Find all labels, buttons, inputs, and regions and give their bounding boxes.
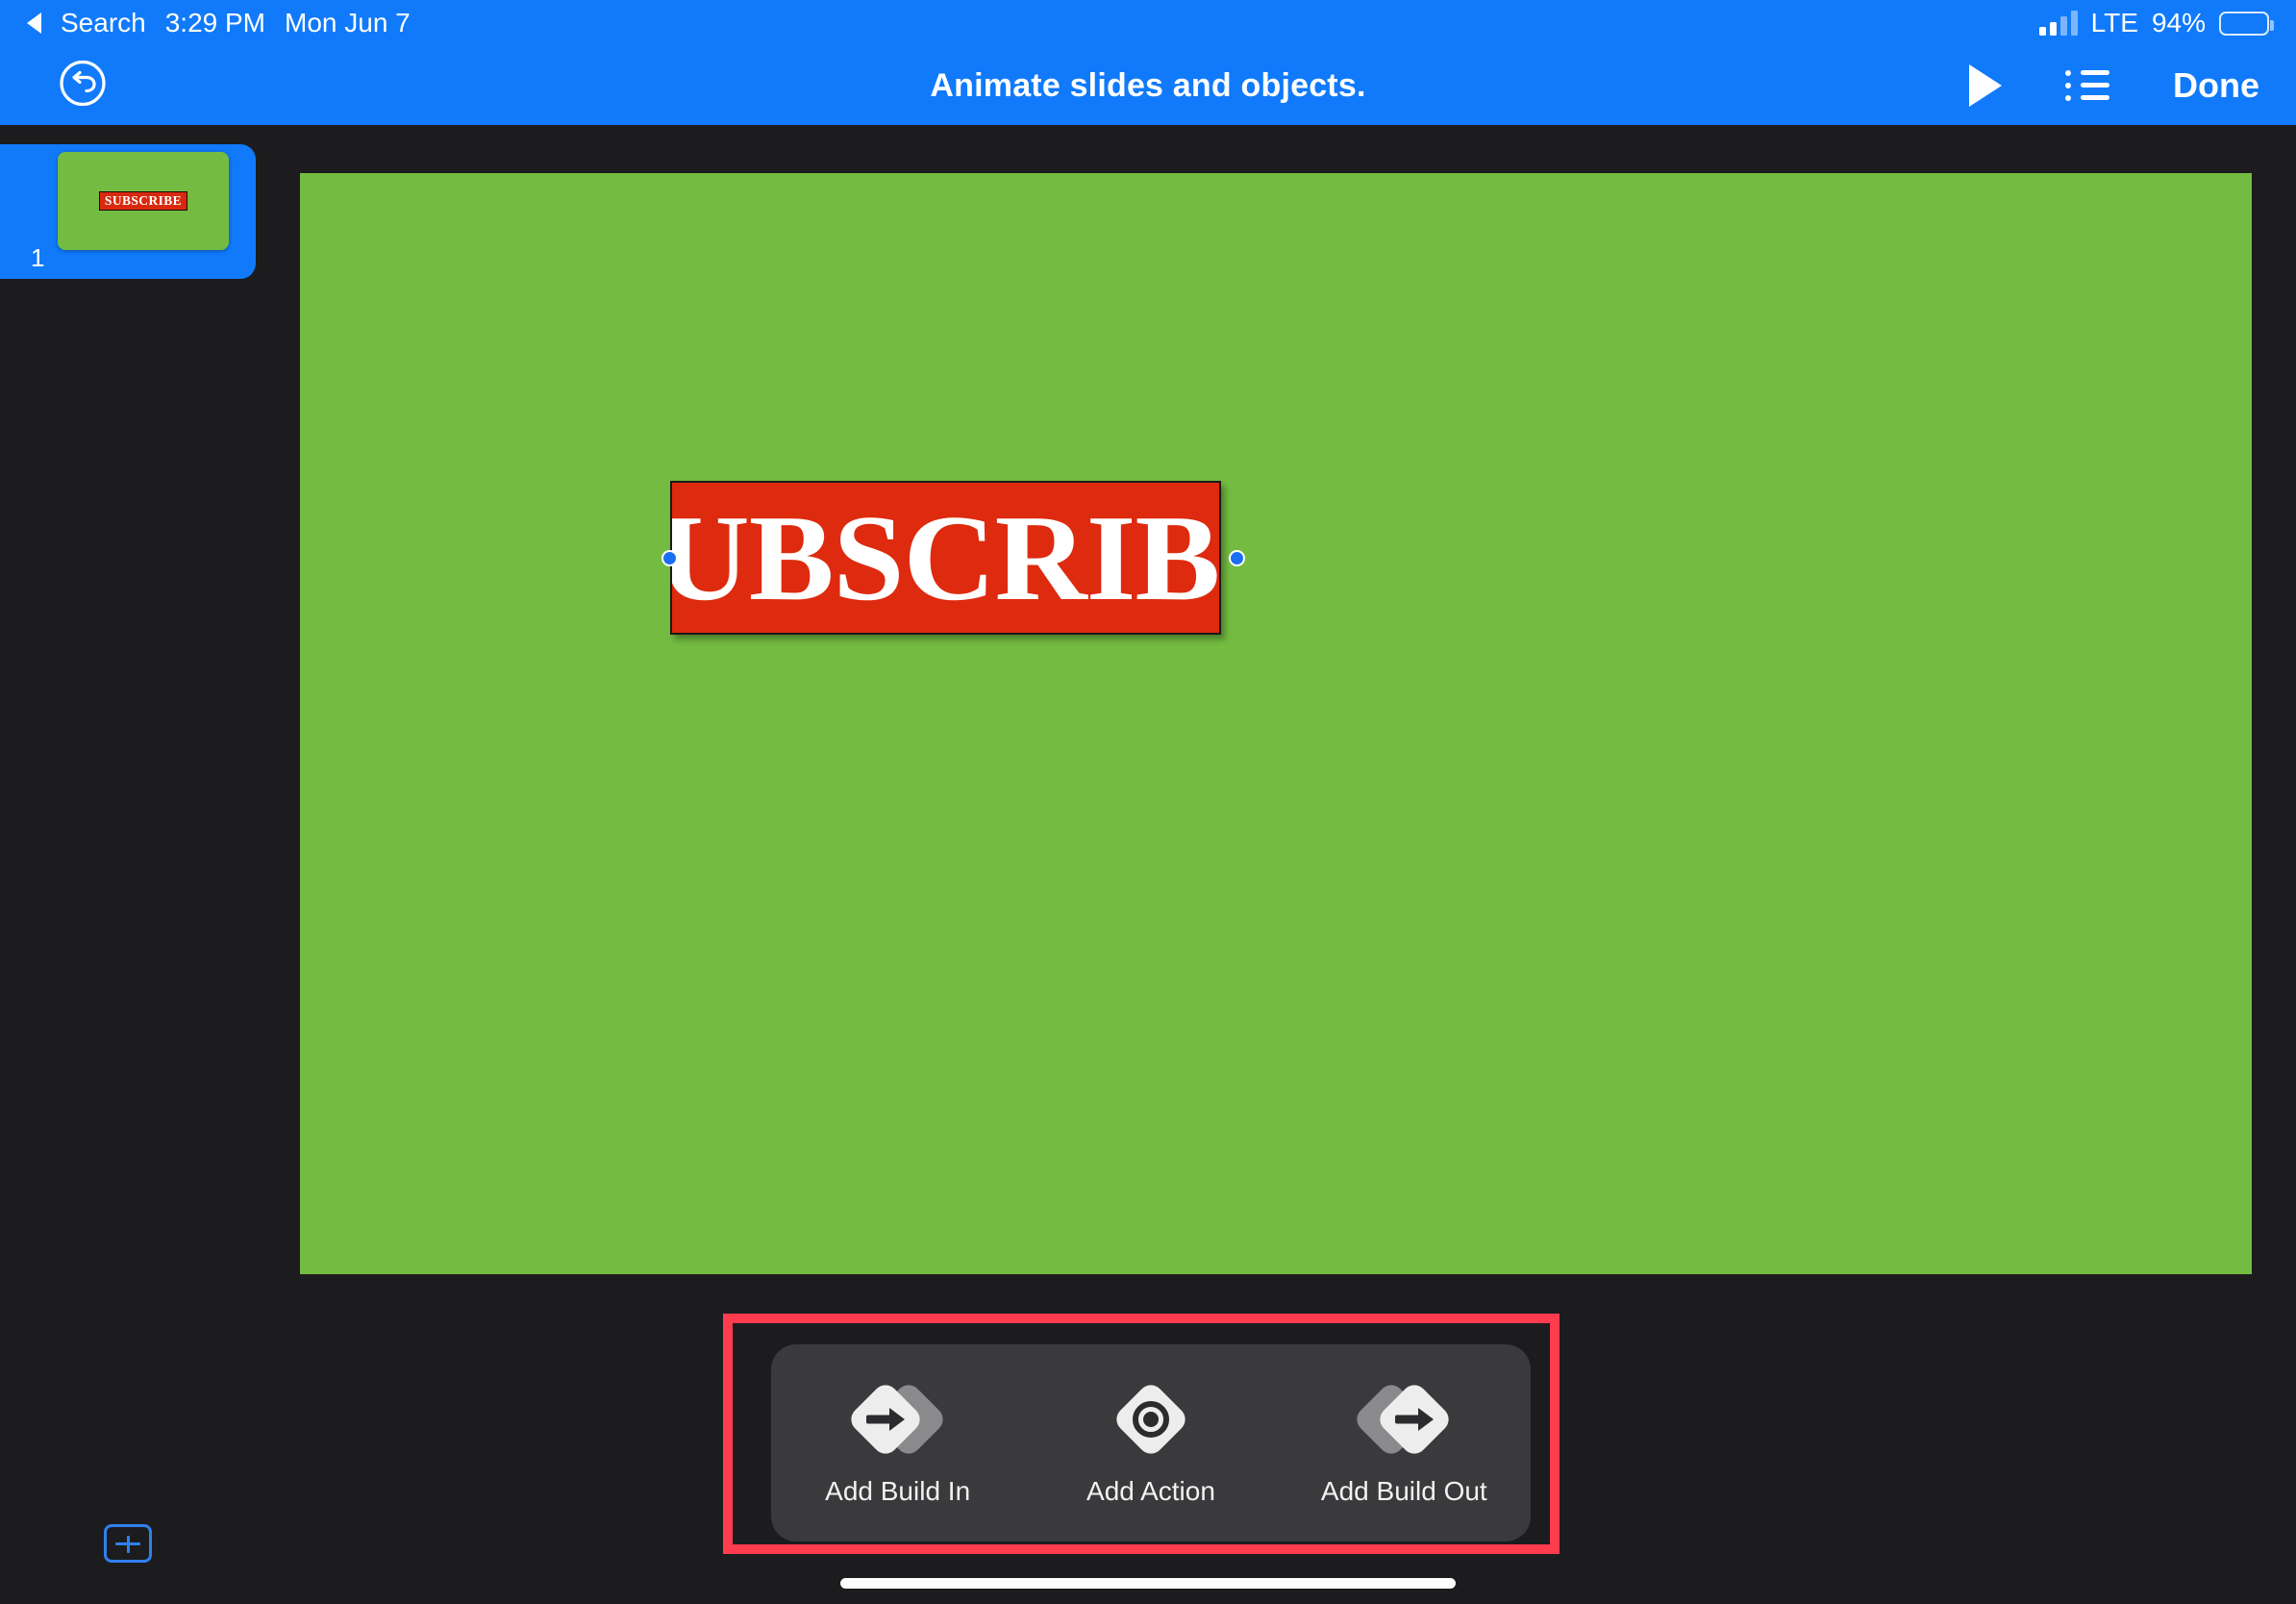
slide-navigator-sidebar: SUBSCRIBE 1 [0, 125, 256, 1604]
triangle-left-icon[interactable] [27, 13, 41, 34]
done-button[interactable]: Done [2173, 65, 2259, 106]
navigation-bar-actions: Done [1969, 64, 2259, 107]
animation-toolbar-highlight: Add Build In Add Action Add Build Out [723, 1314, 1560, 1554]
navigation-bar: Animate slides and objects. Done [0, 46, 2296, 125]
add-build-out-button[interactable]: Add Build Out [1303, 1379, 1505, 1507]
status-battery-percent: 94% [2151, 8, 2206, 38]
add-build-in-button[interactable]: Add Build In [797, 1379, 999, 1507]
add-action-button[interactable]: Add Action [1050, 1379, 1252, 1507]
subscribe-text-label: SUBSCRIBE [672, 489, 1220, 626]
add-action-label: Add Action [1086, 1475, 1215, 1506]
add-build-in-label: Add Build In [825, 1475, 971, 1506]
action-icon [1105, 1379, 1197, 1459]
page-title: Animate slides and objects. [930, 66, 1366, 104]
slide-number-label: 1 [31, 243, 45, 272]
home-indicator[interactable] [840, 1578, 1456, 1589]
build-out-icon [1352, 1379, 1455, 1459]
slide-canvas[interactable]: SUBSCRIBE [300, 173, 2252, 1274]
slide-thumbnail-preview[interactable]: SUBSCRIBE [58, 152, 229, 250]
subscribe-text-object[interactable]: SUBSCRIBE [670, 481, 1221, 635]
status-network-label: LTE [2090, 8, 2138, 38]
bulleted-list-icon[interactable] [2065, 67, 2109, 104]
add-slide-icon[interactable] [104, 1524, 152, 1563]
add-build-out-label: Add Build Out [1320, 1475, 1487, 1506]
resize-handle-left-icon[interactable] [661, 550, 678, 566]
play-icon[interactable] [1969, 64, 2002, 107]
animation-toolbar: Add Build In Add Action Add Build Out [771, 1344, 1531, 1541]
battery-icon [2219, 11, 2274, 36]
slide-thumbnail-item[interactable]: SUBSCRIBE 1 [0, 144, 256, 279]
status-time: 3:29 PM [164, 8, 265, 38]
keynote-animate-screen: Search 3:29 PM Mon Jun 7 LTE 94% Animate… [0, 0, 2296, 1604]
status-back-label[interactable]: Search [61, 8, 146, 38]
build-in-icon [845, 1379, 948, 1459]
cellular-signal-icon [2038, 11, 2078, 36]
thumbnail-subscribe-object: SUBSCRIBE [98, 190, 188, 212]
status-bar: Search 3:29 PM Mon Jun 7 LTE 94% [0, 0, 2296, 46]
resize-handle-right-icon[interactable] [1229, 550, 1245, 566]
status-bar-right: LTE 94% [2038, 8, 2274, 38]
status-bar-left: Search 3:29 PM Mon Jun 7 [27, 8, 411, 38]
status-date: Mon Jun 7 [285, 8, 411, 38]
